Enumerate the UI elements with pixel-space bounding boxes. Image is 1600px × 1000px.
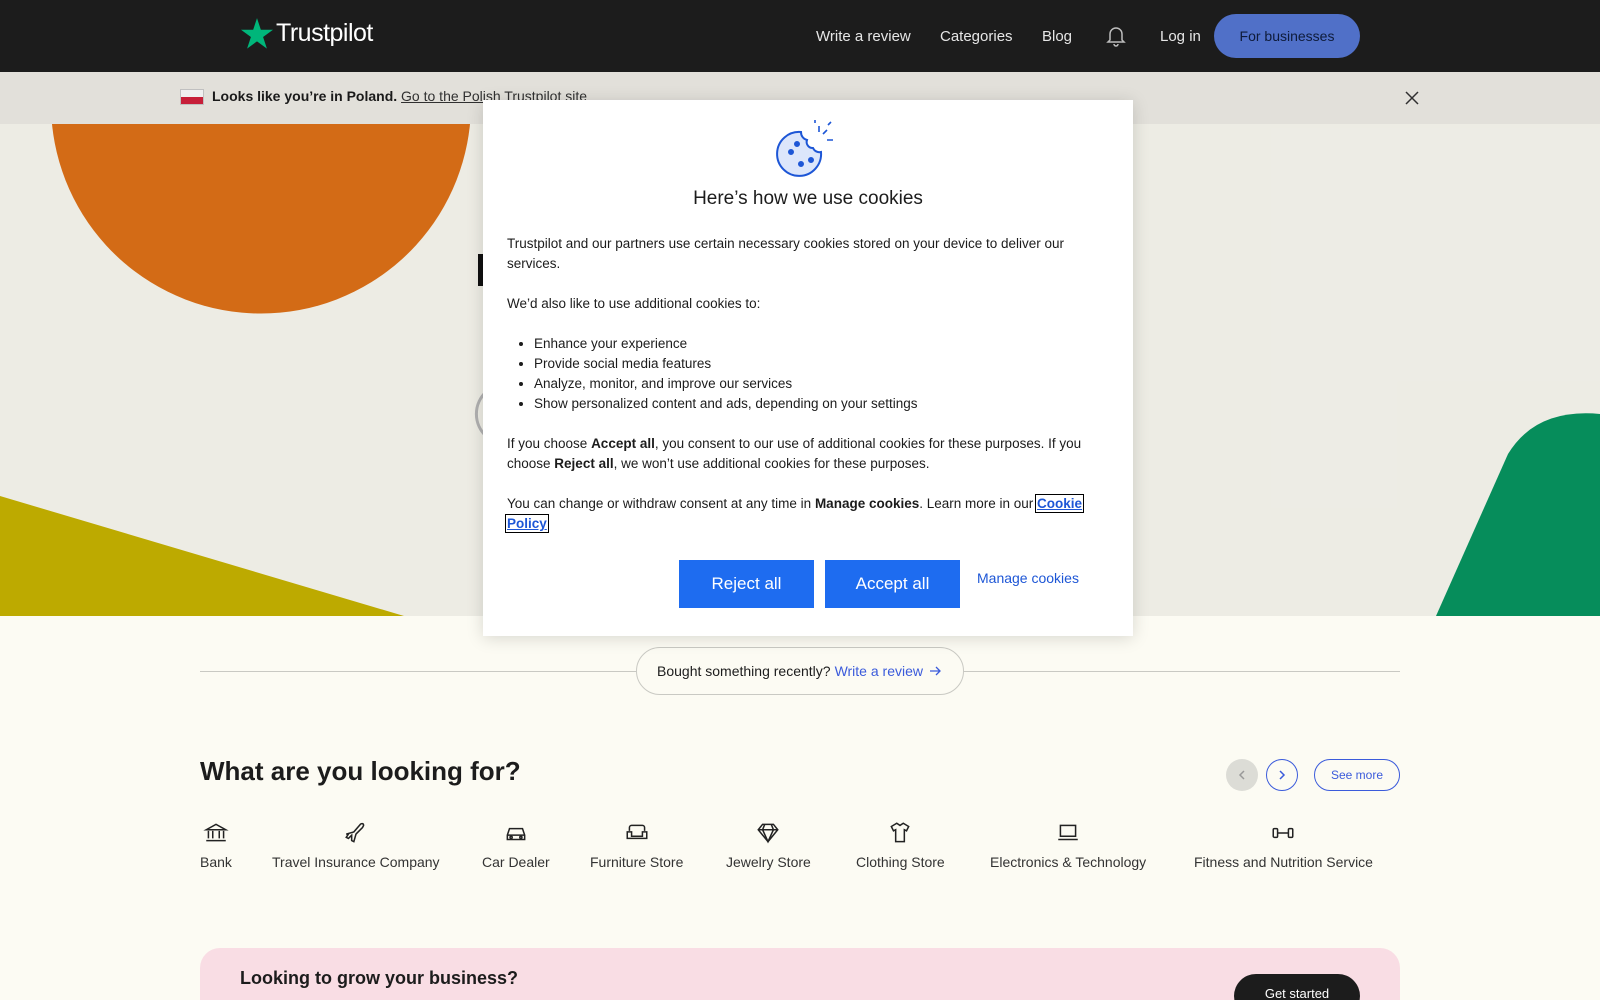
grow-business-banner: Looking to grow your business? Get start… [200,948,1400,1000]
category-label: Fitness and Nutrition Service [1194,854,1373,870]
dumbbell-icon [1272,827,1294,839]
accept-all-button[interactable]: Accept all [825,560,960,608]
categories-title: What are you looking for? [200,756,521,786]
carousel-next-button[interactable] [1266,759,1298,791]
text: . Learn more in our [919,496,1038,511]
category-label: Travel Insurance Company [272,854,440,870]
nav-blog[interactable]: Blog [1042,28,1072,45]
chevron-left-icon [1238,770,1245,780]
category-car-dealer[interactable]: Car Dealer [482,820,550,870]
bank-icon [203,823,229,842]
necessary-cookies-text: Trustpilot and our partners use certain … [507,236,1065,271]
grow-business-title: Looking to grow your business? [240,968,519,988]
sofa-icon [626,824,648,840]
manage-cookies-link[interactable]: Manage cookies [977,570,1079,586]
withdraw-consent-text: You can change or withdraw consent at an… [504,494,1111,534]
category-label: Electronics & Technology [990,854,1147,870]
text: If you choose [507,436,592,451]
manage-cookies-bold: Manage cookies [814,496,920,511]
list-item: Enhance your experience [534,334,1111,354]
get-started-button[interactable]: Get started [1234,974,1360,1000]
accept-all-bold: Accept all [591,436,655,451]
category-fitness-nutrition[interactable]: Fitness and Nutrition Service [1194,820,1373,870]
car-icon [506,827,526,841]
write-review-link[interactable]: Write a review [835,663,923,679]
reject-all-button[interactable]: Reject all [679,560,814,608]
bought-recently-text: Bought something recently? [657,663,831,679]
category-label: Bank [200,854,232,870]
carousel-prev-button[interactable] [1226,759,1258,791]
nav-login[interactable]: Log in [1160,28,1201,45]
cookie-purposes-list: Enhance your experience Provide social m… [534,334,1111,414]
cookie-icon [776,120,833,177]
category-bank[interactable]: Bank [200,820,232,870]
chevron-right-icon [1279,770,1286,780]
write-review-pill: Bought something recently? Write a revie… [636,647,964,695]
poland-flag-icon [180,89,204,105]
category-jewelry-store[interactable]: Jewelry Store [726,820,811,870]
nav-categories[interactable]: Categories [940,28,1013,45]
category-label: Clothing Store [856,854,945,870]
category-electronics[interactable]: Electronics & Technology [990,820,1146,870]
cookie-consent-dialog: Here’s how we use cookies Trustpilot and… [483,100,1133,636]
nav-write-review[interactable]: Write a review [816,28,911,45]
cookie-dialog-body: Trustpilot and our partners use certain … [504,234,1111,554]
reject-all-bold: Reject all [554,456,614,471]
list-item: Provide social media features [534,354,1111,374]
cookie-dialog-title: Here’s how we use cookies [693,188,923,209]
category-furniture-store[interactable]: Furniture Store [590,820,683,870]
category-travel-insurance[interactable]: Travel Insurance Company [272,820,440,870]
shirt-icon [890,822,911,843]
logo-text: Trustpilot [276,18,373,47]
category-label: Jewelry Store [726,854,811,870]
text: You can change or withdraw consent at an… [507,496,815,511]
laptop-icon [1058,824,1078,841]
close-icon[interactable] [1402,88,1422,108]
for-businesses-button[interactable]: For businesses [1214,14,1360,58]
additional-cookies-intro: We’d also like to use additional cookies… [507,296,761,311]
notification-bell-icon[interactable] [1104,24,1128,48]
list-item: Analyze, monitor, and improve our servic… [534,374,1111,394]
list-item: Show personalized content and ads, depen… [534,394,1111,414]
trustpilot-logo[interactable]: Trustpilot [240,16,373,50]
consent-explanation: If you choose Accept all, you consent to… [507,434,1111,474]
diamond-icon [757,823,780,844]
plane-icon [344,822,365,843]
text: , we won’t use additional cookies for th… [613,456,930,471]
see-more-button[interactable]: See more [1314,759,1400,791]
top-navigation-bar: Trustpilot Write a review Categories Blo… [0,0,1600,72]
arrow-right-icon [930,666,941,676]
category-label: Car Dealer [482,854,550,870]
country-message: Looks like you’re in Poland. [212,88,398,104]
category-clothing-store[interactable]: Clothing Store [856,820,945,870]
category-label: Furniture Store [590,854,684,870]
star-logo-icon [240,18,274,49]
